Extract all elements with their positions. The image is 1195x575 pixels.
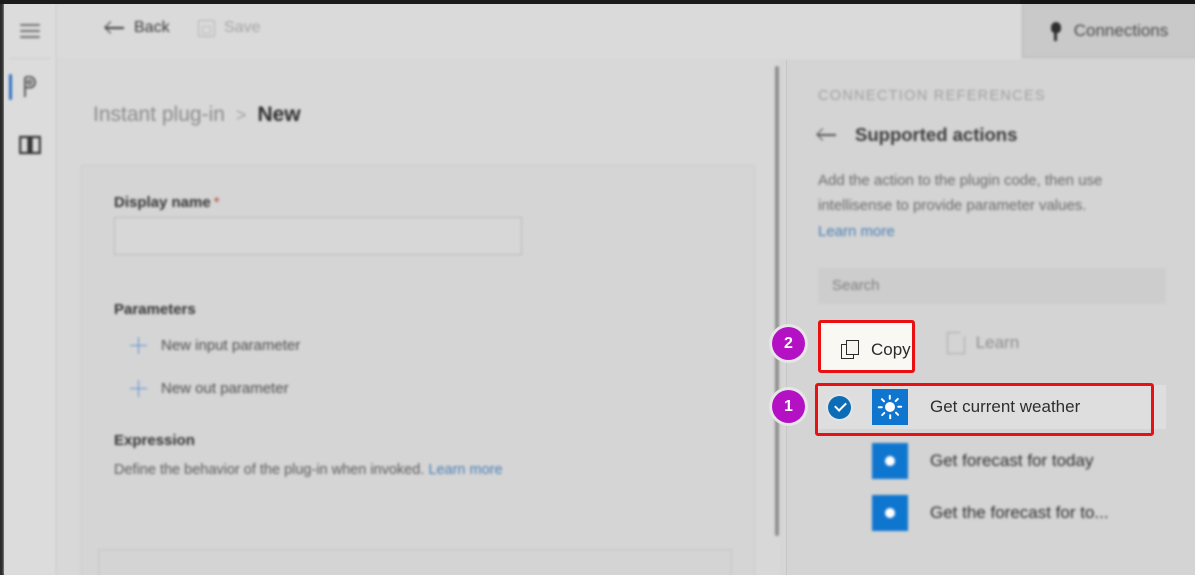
breadcrumb-current: New [257, 103, 301, 126]
display-name-label-text: Display name [114, 194, 211, 211]
plugin-form-card: Display name * Parameters New input param… [81, 165, 755, 575]
plug-icon [1050, 21, 1062, 41]
expression-description-text: Define the behavior of the plug-in when … [114, 462, 425, 478]
list-item-label: Get the forecast for to... [930, 503, 1109, 522]
new-out-parameter-label: New out parameter [161, 380, 289, 397]
panel-description: Add the action to the plugin code, then … [818, 172, 1103, 214]
plug-in-icon [24, 76, 36, 97]
copy-button-label-highlighted: Copy [871, 340, 911, 359]
save-button-label: Save [224, 19, 261, 36]
expression-textarea[interactable] [98, 549, 732, 575]
expression-label: Expression [114, 432, 195, 449]
rail-item-menu[interactable] [4, 2, 56, 60]
search-placeholder: Search [832, 277, 880, 294]
callout-badge-1: 1 [772, 390, 805, 423]
main-canvas: Instant plug-in > New Display name * Para… [57, 60, 780, 575]
highlight-box-get-current-weather [815, 383, 1154, 436]
copy-button-highlighted[interactable]: Copy [828, 331, 924, 369]
weather-sun-icon [872, 495, 908, 531]
book-icon [19, 135, 41, 155]
breadcrumb-parent[interactable]: Instant plug-in [93, 103, 225, 127]
learn-button[interactable]: Learn [934, 323, 1032, 363]
rail-item-plugin[interactable] [4, 58, 56, 116]
display-name-label: Display name * [114, 194, 220, 211]
app-window: Back Save Connections Instant plug-in > … [0, 0, 1195, 575]
panel-back-arrow-icon[interactable] [818, 128, 837, 142]
parameters-label: Parameters [114, 301, 196, 318]
document-icon [946, 331, 966, 354]
new-input-parameter-label: New input parameter [161, 337, 301, 354]
window-top-edge-left [0, 0, 1020, 4]
panel-learn-more-link[interactable]: Learn more [818, 223, 895, 240]
plus-icon [130, 380, 147, 397]
new-out-parameter-button[interactable]: New out parameter [130, 380, 289, 397]
callout-badge-2: 2 [772, 327, 805, 360]
panel-title: Supported actions [855, 124, 1018, 145]
new-input-parameter-button[interactable]: New input parameter [130, 337, 300, 354]
plus-icon [130, 337, 147, 354]
hamburger-icon [20, 24, 40, 38]
main-scrollbar[interactable] [773, 62, 781, 575]
left-rail [4, 0, 57, 575]
save-button[interactable]: Save [198, 19, 260, 37]
breadcrumb: Instant plug-in > New [93, 103, 301, 127]
copy-icon [841, 340, 860, 360]
connections-button-label: Connections [1073, 21, 1169, 40]
arrow-left-icon [106, 21, 125, 35]
back-button-label: Back [134, 19, 170, 36]
panel-title-row: Supported actions [818, 124, 1017, 146]
rail-selection-indicator [9, 74, 12, 100]
connections-button[interactable]: Connections [1022, 4, 1195, 58]
list-item[interactable]: Get the forecast for to... [818, 491, 1166, 535]
connection-references-panel: CONNECTION REFERENCES Supported actions … [786, 60, 1195, 575]
breadcrumb-separator: > [235, 104, 247, 125]
list-item[interactable]: Get forecast for today [818, 439, 1166, 483]
rail-item-library[interactable] [4, 116, 56, 174]
learn-button-label: Learn [975, 333, 1020, 352]
search-input[interactable]: Search [818, 268, 1166, 304]
expression-learn-more-link[interactable]: Learn more [428, 462, 502, 478]
expression-description: Define the behavior of the plug-in when … [114, 462, 503, 478]
list-item-label: Get forecast for today [930, 451, 1094, 470]
required-marker: * [213, 194, 220, 211]
scrollbar-thumb[interactable] [775, 66, 779, 536]
back-button[interactable]: Back [106, 19, 170, 37]
weather-sun-icon [872, 443, 908, 479]
panel-eyebrow: CONNECTION REFERENCES [818, 88, 1046, 104]
save-icon [198, 19, 215, 37]
display-name-input[interactable] [114, 217, 522, 255]
